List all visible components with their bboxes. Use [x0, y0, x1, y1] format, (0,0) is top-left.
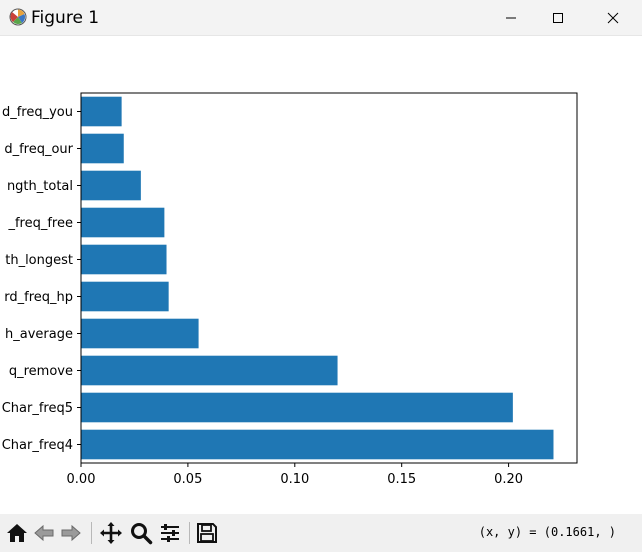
toolbar-separator — [189, 522, 190, 544]
zoom-icon — [131, 523, 153, 545]
forward-icon — [61, 524, 81, 542]
y-tick-label: ngth_total — [7, 179, 73, 194]
maximize-icon — [553, 12, 563, 23]
bar — [81, 392, 513, 423]
x-tick-label: 0.00 — [67, 472, 96, 487]
y-tick-label: h_average — [5, 327, 73, 342]
x-tick-label: 0.05 — [173, 472, 202, 487]
configure-icon — [161, 524, 179, 542]
zoom-button[interactable] — [128, 520, 154, 546]
minimize-button[interactable] — [488, 0, 534, 35]
home-button[interactable] — [4, 520, 30, 546]
y-tick-label: _freq_free — [7, 216, 73, 231]
save-icon — [197, 523, 217, 543]
bar — [81, 355, 338, 386]
save-button[interactable] — [194, 520, 220, 546]
configure-button[interactable] — [157, 520, 183, 546]
pan-icon — [100, 522, 122, 544]
y-tick-label: d_freq_our — [4, 142, 73, 157]
home-icon — [7, 524, 27, 542]
matplotlib-app-icon — [9, 8, 27, 26]
y-tick-label: th_longest — [5, 253, 73, 268]
figure-canvas[interactable]: Char_freq4 Char_freq5 q_remove h_average rd_… — [0, 36, 642, 514]
bar — [81, 244, 167, 275]
y-tick-label: rd_freq_hp — [4, 290, 73, 305]
bar-chart: Char_freq4 Char_freq5 q_remove h_average rd_… — [2, 92, 578, 487]
back-icon — [34, 524, 54, 542]
forward-button[interactable] — [58, 520, 84, 546]
toolbar-separator — [91, 522, 92, 544]
maximize-button[interactable] — [535, 0, 581, 35]
y-tick-label: d_freq_you — [2, 105, 73, 120]
bar — [81, 207, 165, 238]
x-tick-label: 0.20 — [494, 472, 523, 487]
close-button[interactable] — [590, 0, 636, 35]
back-button[interactable] — [31, 520, 57, 546]
bar — [81, 318, 199, 349]
bar — [81, 281, 169, 312]
minimize-icon — [506, 17, 516, 18]
x-tick-label: 0.15 — [387, 472, 416, 487]
bar — [81, 133, 124, 164]
bar — [81, 429, 554, 460]
navigation-toolbar: (x, y) = (0.1661, ) — [0, 514, 642, 552]
close-icon — [607, 12, 619, 23]
y-tick-label: Char_freq5 — [2, 401, 73, 416]
window-titlebar: Figure 1 — [0, 0, 642, 36]
y-tick-label: q_remove — [9, 364, 73, 379]
window-title: Figure 1 — [31, 8, 100, 28]
pan-button[interactable] — [98, 520, 124, 546]
bar — [81, 96, 122, 127]
x-tick-label: 0.10 — [280, 472, 309, 487]
y-tick-label: Char_freq4 — [2, 438, 73, 453]
cursor-coordinates: (x, y) = (0.1661, ) — [478, 525, 616, 539]
bar — [81, 170, 141, 201]
